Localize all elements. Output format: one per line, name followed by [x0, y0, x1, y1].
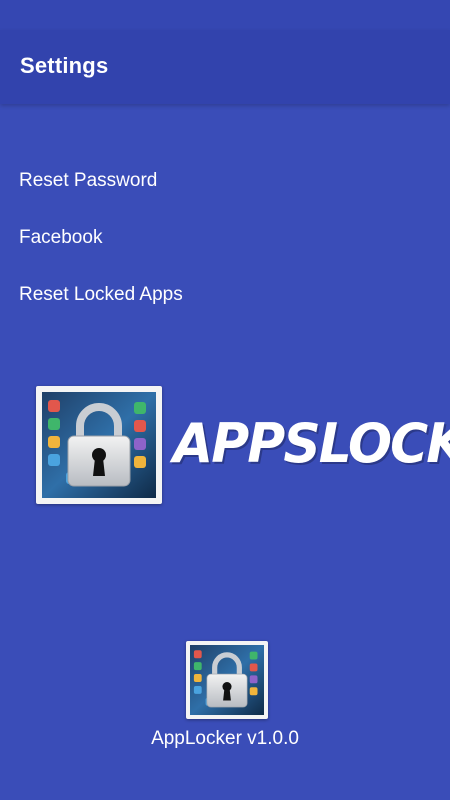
menu-item-reset-password[interactable]: Reset Password	[0, 152, 450, 209]
padlock-on-phone-icon	[186, 641, 268, 719]
menu-item-reset-locked-apps[interactable]: Reset Locked Apps	[0, 266, 450, 323]
menu-item-label: Reset Password	[19, 170, 158, 191]
app-bar: Settings	[0, 30, 450, 104]
appslock-wordmark: APPSLOCK	[173, 412, 450, 475]
page-title: Settings	[20, 53, 109, 78]
menu-item-facebook[interactable]: Facebook	[0, 209, 450, 266]
settings-menu: Reset Password Facebook Reset Locked App…	[0, 152, 450, 323]
app-version-label: AppLocker v1.0.0	[151, 728, 299, 749]
padlock-on-phone-icon	[36, 386, 162, 504]
menu-item-label: Reset Locked Apps	[19, 284, 183, 305]
status-bar	[0, 0, 450, 30]
app-logo: APPSLOCK	[36, 386, 450, 506]
menu-item-label: Facebook	[19, 227, 103, 248]
